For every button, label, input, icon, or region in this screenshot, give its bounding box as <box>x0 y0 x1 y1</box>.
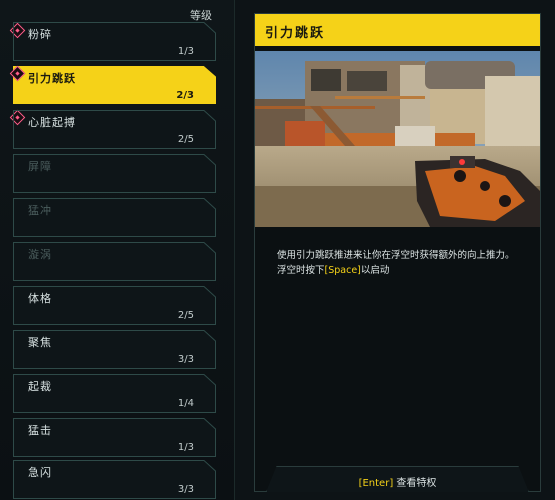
skill-detail-panel: 引力跳跃 使用引力跳跃推进来让你在浮空时获得额外的向上推力。 浮空时按下[Spa… <box>254 13 541 492</box>
skill-item-smash[interactable]: 粉碎 1/3 <box>13 22 216 60</box>
description-text: 浮空时按下 <box>277 265 325 276</box>
skill-item-overload[interactable]: 起裁 1/4 <box>13 374 216 412</box>
skill-item-physique[interactable]: 体格 2/5 <box>13 286 216 324</box>
skill-name: 起裁 <box>28 380 52 393</box>
description-line-2: 浮空时按下[Space]以启动 <box>277 263 532 278</box>
skill-rank: 2/3 <box>176 90 194 101</box>
footer-label: 查看特权 <box>393 478 437 489</box>
skill-rank: 1/3 <box>177 442 194 453</box>
skill-name: 体格 <box>28 292 52 305</box>
skill-detail-title: 引力跳跃 <box>255 14 540 46</box>
skill-list-panel: 等级 粉碎 1/3 引力跳跃 2/3 心脏起搏 2/5 屏障 猛冲 漩涡 体格 … <box>0 0 235 500</box>
skill-name: 引力跳跃 <box>28 72 76 85</box>
skill-name: 聚焦 <box>28 336 52 349</box>
skill-preview-image <box>255 51 540 227</box>
skill-item-quick-dodge[interactable]: 急闪 3/3 <box>13 460 216 498</box>
skill-rank: 1/4 <box>177 398 194 409</box>
skill-rank: 2/5 <box>177 134 194 145</box>
description-line-1: 使用引力跳跃推进来让你在浮空时获得额外的向上推力。 <box>277 250 515 261</box>
skill-name: 心脏起搏 <box>28 116 76 129</box>
skill-item-barrier[interactable]: 屏障 <box>13 154 216 192</box>
skill-item-dash[interactable]: 猛冲 <box>13 198 216 236</box>
skill-name: 猛冲 <box>28 204 52 217</box>
level-column-header: 等级 <box>190 9 212 22</box>
enter-key-hint: [Enter] <box>358 478 394 489</box>
skill-item-focus[interactable]: 聚焦 3/3 <box>13 330 216 368</box>
view-perks-button[interactable]: [Enter] 查看特权 <box>266 466 529 492</box>
skill-item-defibrillator[interactable]: 心脏起搏 2/5 <box>13 110 216 148</box>
skill-name: 猛击 <box>28 424 52 437</box>
skill-description: 使用引力跳跃推进来让你在浮空时获得额外的向上推力。 浮空时按下[Space]以启… <box>277 248 532 278</box>
view-perks-label: [Enter] 查看特权 <box>267 474 528 489</box>
skill-rank: 3/3 <box>177 354 194 365</box>
skill-rank: 3/3 <box>177 484 194 495</box>
skill-rank: 2/5 <box>177 310 194 321</box>
skill-name: 漩涡 <box>28 248 52 261</box>
skill-item-gravity-jump[interactable]: 引力跳跃 2/3 <box>13 66 216 104</box>
skill-name: 急闪 <box>28 466 52 479</box>
description-text: 以启动 <box>360 265 390 276</box>
skill-item-slam[interactable]: 猛击 1/3 <box>13 418 216 456</box>
skill-rank: 1/3 <box>177 46 194 57</box>
skill-name: 粉碎 <box>28 28 52 41</box>
space-key-hint: [Space] <box>324 265 361 276</box>
skill-item-vortex[interactable]: 漩涡 <box>13 242 216 280</box>
skill-name: 屏障 <box>28 160 52 173</box>
